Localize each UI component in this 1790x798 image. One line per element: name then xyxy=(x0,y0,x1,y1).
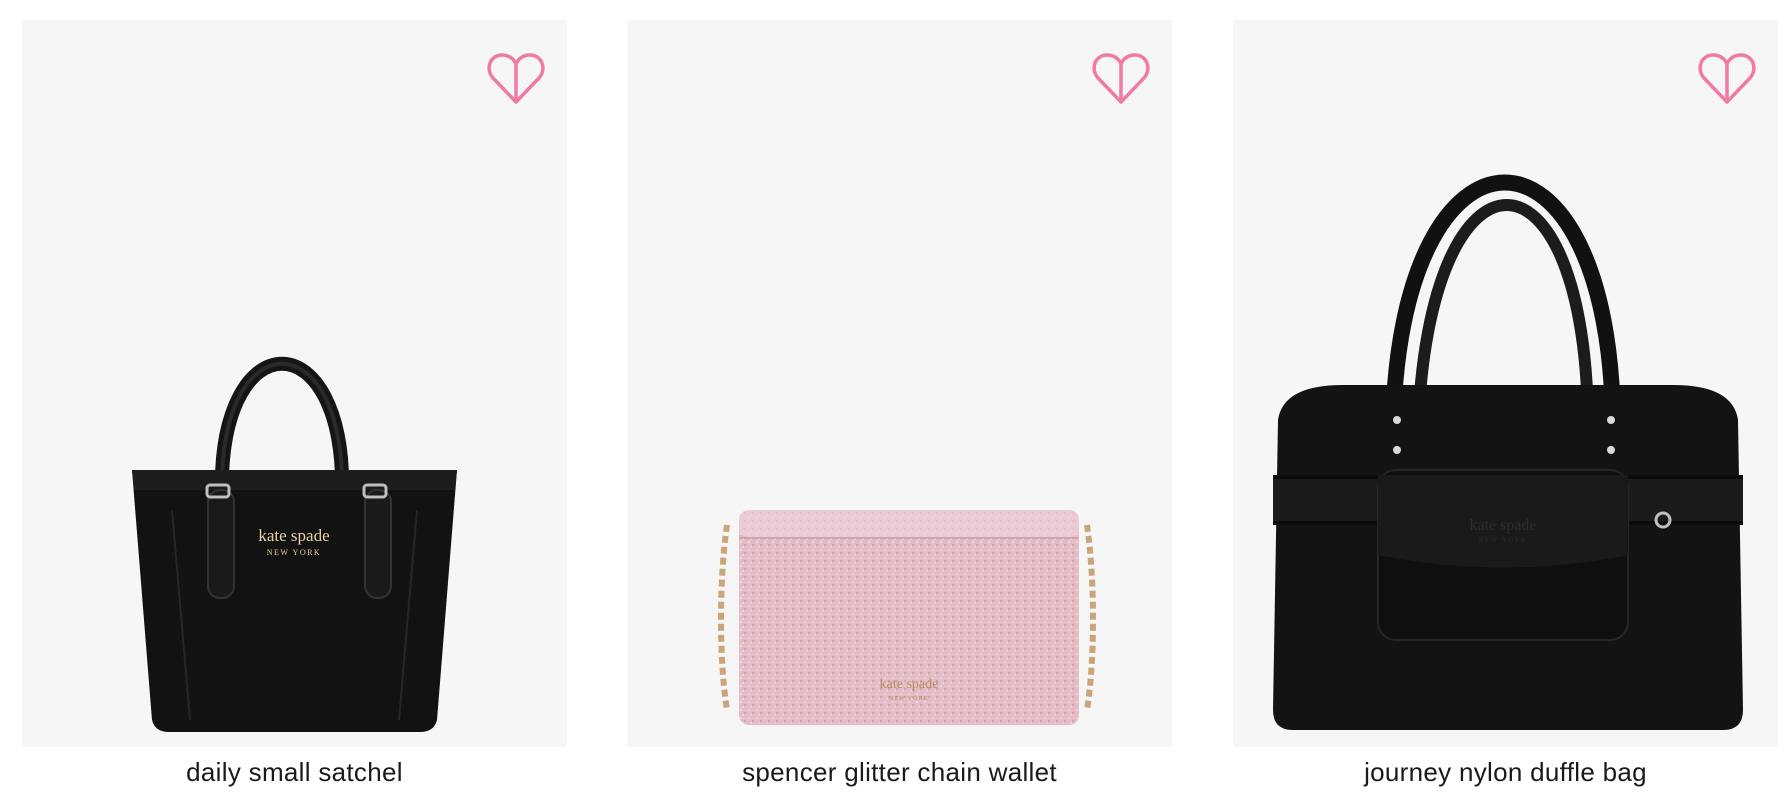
duffle-illustration: kate spade NEW YORK xyxy=(1273,174,1743,730)
wallet-illustration: kate spade NEW YORK xyxy=(718,510,1096,725)
heart-outline-icon xyxy=(1698,53,1756,104)
wishlist-button[interactable] xyxy=(1092,50,1150,106)
product-grid: kate spade NEW YORK daily small satchel xyxy=(0,0,1790,798)
product-name[interactable]: daily small satchel xyxy=(22,757,567,788)
product-image-daily-small-satchel[interactable]: kate spade NEW YORK xyxy=(22,20,567,747)
wishlist-button[interactable] xyxy=(1698,50,1756,106)
product-logo-text: kate spade xyxy=(1469,517,1536,534)
product-card[interactable]: kate spade NEW YORK daily small satchel xyxy=(22,20,567,788)
product-logo-text: kate spade xyxy=(880,677,939,692)
wishlist-button[interactable] xyxy=(487,50,545,106)
heart-outline-icon xyxy=(487,53,545,104)
product-name[interactable]: journey nylon duffle bag xyxy=(1233,757,1778,788)
satchel-illustration: kate spade NEW YORK xyxy=(132,356,457,732)
product-logo-subtext: NEW YORK xyxy=(889,696,929,702)
product-card[interactable]: kate spade NEW YORK journey nylon duffle… xyxy=(1233,20,1778,788)
product-logo-subtext: NEW YORK xyxy=(267,548,321,557)
product-image-journey-nylon-duffle-bag[interactable]: kate spade NEW YORK xyxy=(1233,20,1778,747)
product-image-spencer-glitter-chain-wallet[interactable]: kate spade NEW YORK xyxy=(627,20,1172,747)
product-logo-subtext: NEW YORK xyxy=(1478,536,1527,544)
product-logo-text: kate spade xyxy=(258,526,329,545)
heart-outline-icon xyxy=(1092,53,1150,104)
product-name[interactable]: spencer glitter chain wallet xyxy=(627,757,1172,788)
product-card[interactable]: kate spade NEW YORK spencer glitter chai… xyxy=(627,20,1172,788)
